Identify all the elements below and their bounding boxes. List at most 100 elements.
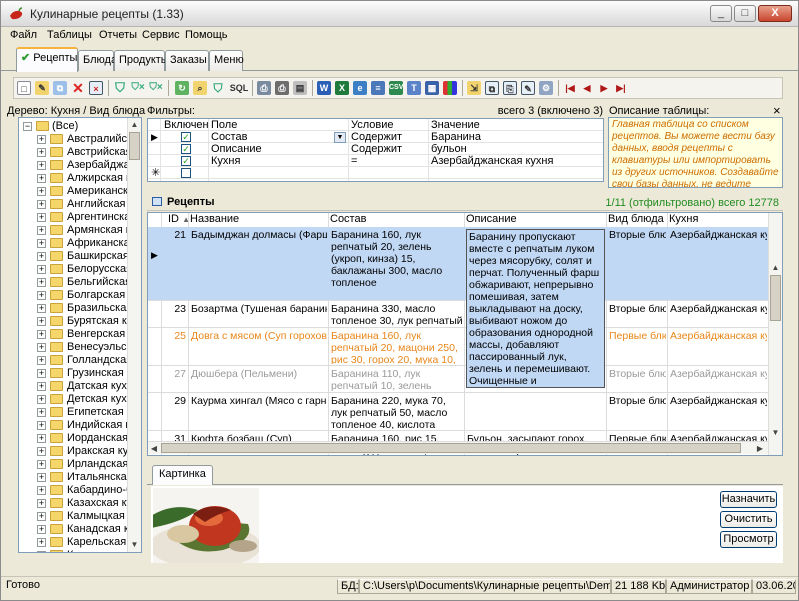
grid-horizontal-scrollbar[interactable]: ◀ ▶ — [148, 441, 768, 454]
clear-filter-icon[interactable]: ⛉× — [131, 81, 145, 95]
expand-icon[interactable]: + — [37, 213, 46, 222]
first-icon[interactable]: |◀ — [563, 81, 577, 95]
menu-help[interactable]: Помощь — [185, 29, 228, 41]
scroll-down-icon[interactable]: ▼ — [769, 426, 782, 439]
print-icon[interactable]: ⎙ — [275, 81, 289, 95]
filter-condition[interactable]: Содержит — [351, 131, 402, 143]
expand-icon[interactable]: + — [37, 174, 46, 183]
html-icon[interactable]: e — [353, 81, 367, 95]
filter-settings-icon[interactable]: ⛉ — [211, 81, 225, 95]
print-preview-icon[interactable]: ⎙ — [257, 81, 271, 95]
expand-icon[interactable]: + — [37, 187, 46, 196]
scroll-right-icon[interactable]: ▶ — [754, 442, 766, 455]
menu-tables[interactable]: Таблицы — [47, 29, 92, 41]
expand-icon[interactable]: + — [37, 161, 46, 170]
expand-icon[interactable]: + — [37, 304, 46, 313]
expand-icon[interactable]: + — [37, 239, 46, 248]
tab-menu[interactable]: Меню — [209, 50, 244, 71]
column-header-composition[interactable]: Состав — [330, 213, 366, 226]
menu-reports[interactable]: Отчеты — [99, 29, 137, 41]
cuisine-tree[interactable]: − (Все) + Австралийская кух + Австрийская к… — [18, 117, 142, 553]
expand-icon[interactable]: + — [37, 343, 46, 352]
menu-file[interactable]: Файл — [10, 29, 37, 41]
next-icon[interactable]: ▶ — [597, 81, 611, 95]
expand-icon[interactable]: + — [37, 226, 46, 235]
filter-field[interactable]: Кухня — [211, 155, 240, 167]
scrollbar-thumb[interactable] — [770, 275, 781, 321]
expand-icon[interactable]: + — [37, 317, 46, 326]
dropdown-arrow-icon[interactable]: ▼ — [334, 132, 346, 143]
column-header-cuisine[interactable]: Кухня — [669, 213, 698, 226]
expand-icon[interactable]: + — [37, 265, 46, 274]
clear-filter-all-icon[interactable]: ⛉× — [149, 81, 163, 95]
grid-vertical-scrollbar[interactable]: ▲ ▼ — [768, 213, 782, 455]
sql-icon[interactable]: SQL — [229, 81, 249, 95]
recipes-grid[interactable]: ID ▲ Название Состав Описание Вид блюда … — [147, 212, 783, 456]
expand-icon[interactable]: + — [37, 369, 46, 378]
edit-record-icon[interactable]: ✎ — [521, 81, 535, 95]
description-close-icon[interactable]: × — [773, 103, 781, 118]
table-row[interactable]: ▶ 21 Бадымджан долмасы (Фаршированные Баран… — [148, 227, 768, 388]
scroll-left-icon[interactable]: ◀ — [148, 442, 160, 455]
settings-icon[interactable]: ⚙ — [539, 81, 553, 95]
scroll-down-icon[interactable]: ▼ — [128, 538, 141, 551]
xml-icon[interactable]: ≡ — [371, 81, 385, 95]
assign-picture-button[interactable]: Назначить — [720, 491, 777, 508]
expand-icon[interactable]: + — [37, 538, 46, 547]
last-icon[interactable]: ▶| — [614, 81, 628, 95]
expand-icon[interactable]: + — [37, 148, 46, 157]
expand-icon[interactable]: + — [37, 434, 46, 443]
expand-icon[interactable]: + — [37, 551, 46, 552]
collapse-icon[interactable]: − — [23, 122, 32, 131]
expand-icon[interactable]: + — [37, 486, 46, 495]
expand-icon[interactable]: + — [37, 135, 46, 144]
filter-value[interactable]: Азербайджанская кухня — [431, 155, 553, 167]
chart-icon[interactable]: ▦ — [425, 81, 439, 95]
expand-icon[interactable]: + — [37, 512, 46, 521]
table-row[interactable]: 23 Бозартма (Тушеная баранина) Баранина 33… — [148, 301, 768, 328]
new-icon[interactable]: □ — [17, 81, 31, 95]
expand-icon[interactable]: + — [37, 252, 46, 261]
scrollbar-thumb[interactable] — [161, 443, 741, 453]
filter-icon[interactable]: ⛉ — [113, 81, 127, 95]
csv-icon[interactable]: CSV — [389, 81, 403, 95]
column-header-name[interactable]: Название — [190, 213, 239, 226]
close-button[interactable]: X — [758, 5, 792, 22]
export-icon[interactable]: ▤ — [293, 81, 307, 95]
copy-record-icon[interactable]: ⧉ — [485, 81, 499, 95]
expand-icon[interactable]: + — [37, 395, 46, 404]
bar-chart-icon[interactable] — [443, 81, 457, 95]
maximize-button[interactable]: □ — [734, 5, 756, 22]
tab-dishes[interactable]: Блюда — [78, 50, 117, 71]
tree-scrollbar[interactable]: ▲ ▼ — [127, 118, 141, 552]
filter-enabled-checkbox[interactable]: ✓ — [181, 132, 191, 142]
refresh-icon[interactable]: ↻ — [175, 81, 189, 95]
delete-icon[interactable]: ✕ — [71, 81, 85, 95]
expand-icon[interactable]: + — [37, 473, 46, 482]
scroll-up-icon[interactable]: ▲ — [128, 118, 141, 131]
expand-icon[interactable]: + — [37, 278, 46, 287]
scroll-up-icon[interactable]: ▲ — [769, 261, 782, 274]
filter-value[interactable]: Баранина — [431, 131, 481, 143]
column-header-id[interactable]: ID ▲ — [168, 213, 190, 226]
filter-condition[interactable]: = — [351, 155, 357, 167]
expand-icon[interactable]: + — [37, 330, 46, 339]
tab-orders[interactable]: Заказы — [165, 50, 209, 71]
clear-picture-button[interactable]: Очистить — [720, 511, 777, 528]
table-row[interactable]: 29 Каурма хингал (Мясо с гарниром) Баранин… — [148, 393, 768, 431]
table-row[interactable]: 25 Довга с мясом (Суп гороховый с фрика Ба… — [148, 328, 768, 366]
table-row[interactable]: 27 Дюшбера (Пельмени) Баранина 110, лук ре… — [148, 366, 768, 393]
expand-icon[interactable]: + — [37, 408, 46, 417]
excel-icon[interactable]: X — [335, 81, 349, 95]
text-icon[interactable]: T — [407, 81, 421, 95]
expand-icon[interactable]: + — [37, 460, 46, 469]
column-header-kind[interactable]: Вид блюда — [608, 213, 664, 226]
expand-icon[interactable]: + — [37, 421, 46, 430]
filter-enabled-checkbox[interactable]: ✓ — [181, 156, 191, 166]
tab-products[interactable]: Продукты — [114, 50, 169, 71]
edit-icon[interactable]: ✎ — [35, 81, 49, 95]
prev-icon[interactable]: ◀ — [580, 81, 594, 95]
tab-recipes[interactable]: ✔ Рецепты — [16, 47, 78, 72]
menu-service[interactable]: Сервис — [142, 29, 180, 41]
expand-icon[interactable]: + — [37, 200, 46, 209]
